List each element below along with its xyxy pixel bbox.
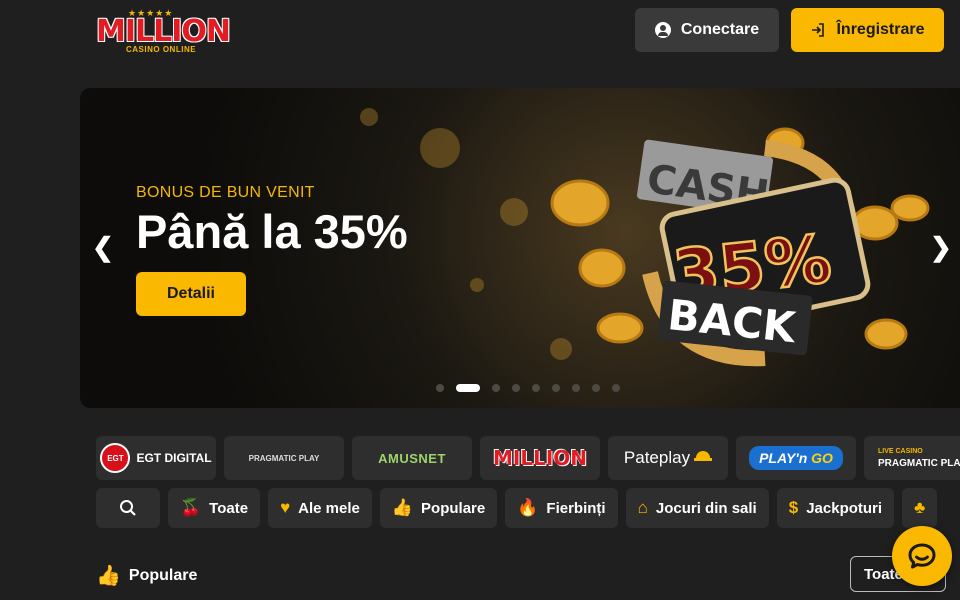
- home-icon: ⌂: [637, 498, 648, 517]
- provider-label: MILLION: [492, 446, 587, 470]
- cashback-illustration: CASH 35% BACK: [550, 127, 930, 367]
- slide-dot[interactable]: [612, 384, 620, 392]
- provider-strip: EGT EGT DIGITAL PRAGMATIC PLAY AMUSNET M…: [96, 436, 960, 480]
- logo-word: MILLION: [96, 14, 231, 49]
- login-label: Conectare: [680, 21, 760, 38]
- section-heading: 👍 Populare: [96, 563, 197, 588]
- provider-label: LIVE CASINO PRAGMATIC PLA: [878, 448, 960, 469]
- provider-million[interactable]: MILLION: [480, 436, 600, 480]
- thumbs-up-icon: 👍: [96, 565, 121, 587]
- site-header: ★★★★★ MILLION CASINO ONLINE Conectare În…: [0, 0, 960, 62]
- category-label: Fierbinți: [546, 499, 606, 517]
- slide-dot[interactable]: [532, 384, 540, 392]
- banner-eyebrow: BONUS DE BUN VENIT: [136, 184, 315, 201]
- sign-in-icon: [812, 23, 825, 37]
- category-jocuri-din-sali[interactable]: ⌂ Jocuri din sali: [625, 488, 769, 528]
- category-jackpoturi[interactable]: $ Jackpoturi: [776, 488, 895, 528]
- provider-label: EGT DIGITAL: [136, 450, 212, 465]
- egt-logo-icon: EGT: [100, 443, 131, 473]
- section-title: Populare: [128, 566, 198, 584]
- slide-dot[interactable]: [572, 384, 580, 392]
- promo-banner[interactable]: CASH 35% BACK BONUS DE BUN VENIT Până la…: [80, 88, 960, 408]
- category-label: Populare: [421, 499, 486, 517]
- slide-dot[interactable]: [592, 384, 600, 392]
- slide-dot[interactable]: [552, 384, 560, 392]
- provider-label: AMUSNET: [378, 450, 446, 466]
- category-populare[interactable]: 👍 Populare: [379, 488, 498, 528]
- money-bag-icon: $: [788, 498, 799, 517]
- category-filters: 🍒 Toate ♥ Ale mele 👍 Populare 🔥 Fierbinț…: [96, 488, 938, 528]
- provider-pragmatic-play[interactable]: PRAGMATIC PLAY: [224, 436, 344, 480]
- category-label: Toate: [209, 499, 249, 517]
- login-button[interactable]: Conectare: [635, 8, 779, 52]
- provider-live-pragmatic[interactable]: LIVE CASINO PRAGMATIC PLA: [864, 436, 960, 480]
- provider-label: PRAGMATIC PLAY: [248, 453, 320, 463]
- category-toate[interactable]: 🍒 Toate: [168, 488, 261, 528]
- category-label: Jocuri din sali: [655, 499, 757, 517]
- user-icon: [654, 22, 671, 38]
- provider-label: Pateplay: [623, 448, 691, 467]
- provider-egt-digital[interactable]: EGT EGT DIGITAL: [96, 436, 216, 480]
- bokeh-light: [420, 128, 460, 168]
- chat-icon: [908, 543, 936, 569]
- search-button[interactable]: [96, 488, 160, 528]
- pateplay-logo-icon: [694, 451, 713, 461]
- provider-amusnet[interactable]: AMUSNET: [352, 436, 472, 480]
- clover-icon: ♣: [914, 498, 926, 517]
- provider-pateplay[interactable]: Pateplay: [608, 436, 728, 480]
- slide-dot[interactable]: [436, 384, 444, 392]
- provider-play-n-go[interactable]: PLAY'n GO: [736, 436, 856, 480]
- slide-dot[interactable]: [492, 384, 500, 392]
- prev-slide-icon[interactable]: ❮: [92, 234, 114, 260]
- bokeh-light: [470, 278, 484, 292]
- slide-indicator: [436, 384, 620, 392]
- search-icon: [120, 500, 136, 516]
- site-logo[interactable]: ★★★★★ MILLION CASINO ONLINE: [96, 8, 231, 54]
- playngo-logo: PLAY'n GO: [749, 446, 843, 470]
- register-button[interactable]: Înregistrare: [791, 8, 944, 52]
- fire-icon: 🔥: [517, 498, 539, 517]
- slide-dot[interactable]: [456, 384, 480, 392]
- category-label: Jackpoturi: [806, 499, 883, 517]
- register-label: Înregistrare: [836, 21, 925, 38]
- category-ale-mele[interactable]: ♥ Ale mele: [268, 488, 372, 528]
- category-fierbinti[interactable]: 🔥 Fierbinți: [505, 488, 618, 528]
- category-clover[interactable]: ♣: [902, 488, 938, 528]
- logo-subtitle: CASINO ONLINE: [126, 45, 197, 54]
- details-button[interactable]: Detalii: [136, 272, 246, 316]
- next-slide-icon[interactable]: ❯: [930, 234, 952, 260]
- slide-dot[interactable]: [512, 384, 520, 392]
- cherry-icon: 🍒: [180, 498, 202, 517]
- category-label: Ale mele: [298, 499, 360, 517]
- live-chat-button[interactable]: [892, 526, 952, 586]
- banner-headline: Până la 35%: [136, 205, 408, 258]
- bokeh-light: [360, 108, 378, 126]
- thumbs-up-icon: 👍: [391, 498, 414, 517]
- heart-icon: ♥: [280, 498, 291, 517]
